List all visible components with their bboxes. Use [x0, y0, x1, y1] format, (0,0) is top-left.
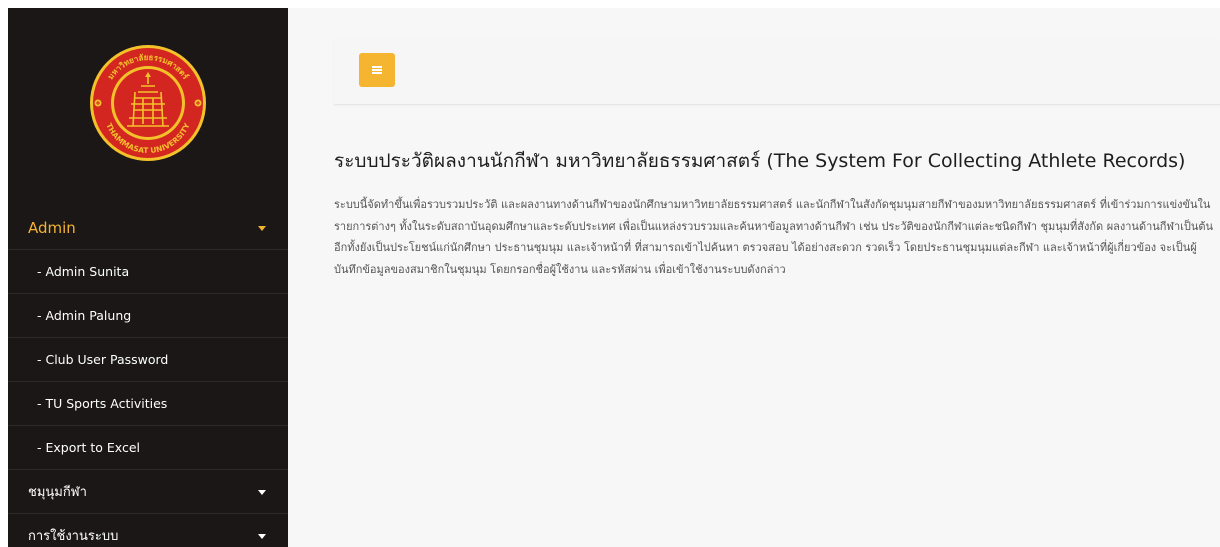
sidebar-toggle-button[interactable] — [359, 53, 395, 87]
menu-icon — [372, 66, 382, 74]
page-title: ระบบประวัติผลงานนักกีฬา มหาวิทยาลัยธรรมศ… — [334, 150, 1186, 172]
main-content: ระบบประวัติผลงานนักกีฬา มหาวิทยาลัยธรรมศ… — [288, 8, 1220, 547]
chevron-down-icon — [258, 489, 266, 495]
page-description: ระบบนี้จัดทำขึ้นเพื่อรวบรวมประวัติ และผล… — [334, 198, 1214, 276]
sidebar-item-admin-palung[interactable]: - Admin Palung — [8, 294, 288, 338]
chevron-down-icon — [258, 533, 266, 539]
sidebar-item-label: - Admin Palung — [37, 308, 132, 323]
thammasat-university-logo[interactable]: มหาวิทยาลัยธรรมศาสตร์ THAMMASAT UNIVERSI… — [83, 38, 213, 168]
sidebar-item-label: การใช้งานระบบ — [28, 529, 119, 544]
sidebar-item-sports-clubs[interactable]: ชมุนุมกีฬา — [8, 470, 288, 514]
sidebar-item-label: - Export to Excel — [37, 440, 141, 455]
university-seal-icon: มหาวิทยาลัยธรรมศาสตร์ THAMMASAT UNIVERSI… — [90, 45, 206, 161]
sidebar-item-label: Admin — [28, 218, 76, 237]
sidebar: มหาวิทยาลัยธรรมศาสตร์ THAMMASAT UNIVERSI… — [8, 8, 288, 547]
chevron-down-icon — [258, 225, 266, 231]
sidebar-item-label: - Admin Sunita — [37, 264, 130, 279]
sidebar-item-club-user-password[interactable]: - Club User Password — [8, 338, 288, 382]
sidebar-item-system-usage[interactable]: การใช้งานระบบ — [8, 514, 288, 547]
sidebar-item-label: ชมุนุมกีฬา — [28, 485, 87, 500]
top-navbar — [334, 39, 1220, 105]
sidebar-item-tu-sports-activities[interactable]: - TU Sports Activities — [8, 382, 288, 426]
sidebar-item-label: - TU Sports Activities — [37, 396, 168, 411]
sidebar-item-label: - Club User Password — [37, 352, 169, 367]
sidebar-item-admin[interactable]: Admin — [8, 206, 288, 250]
sidebar-menu: Admin - Admin Sunita - Admin Palung - Cl… — [8, 206, 288, 547]
sidebar-item-admin-sunita[interactable]: - Admin Sunita — [8, 250, 288, 294]
sidebar-item-export-to-excel[interactable]: - Export to Excel — [8, 426, 288, 470]
